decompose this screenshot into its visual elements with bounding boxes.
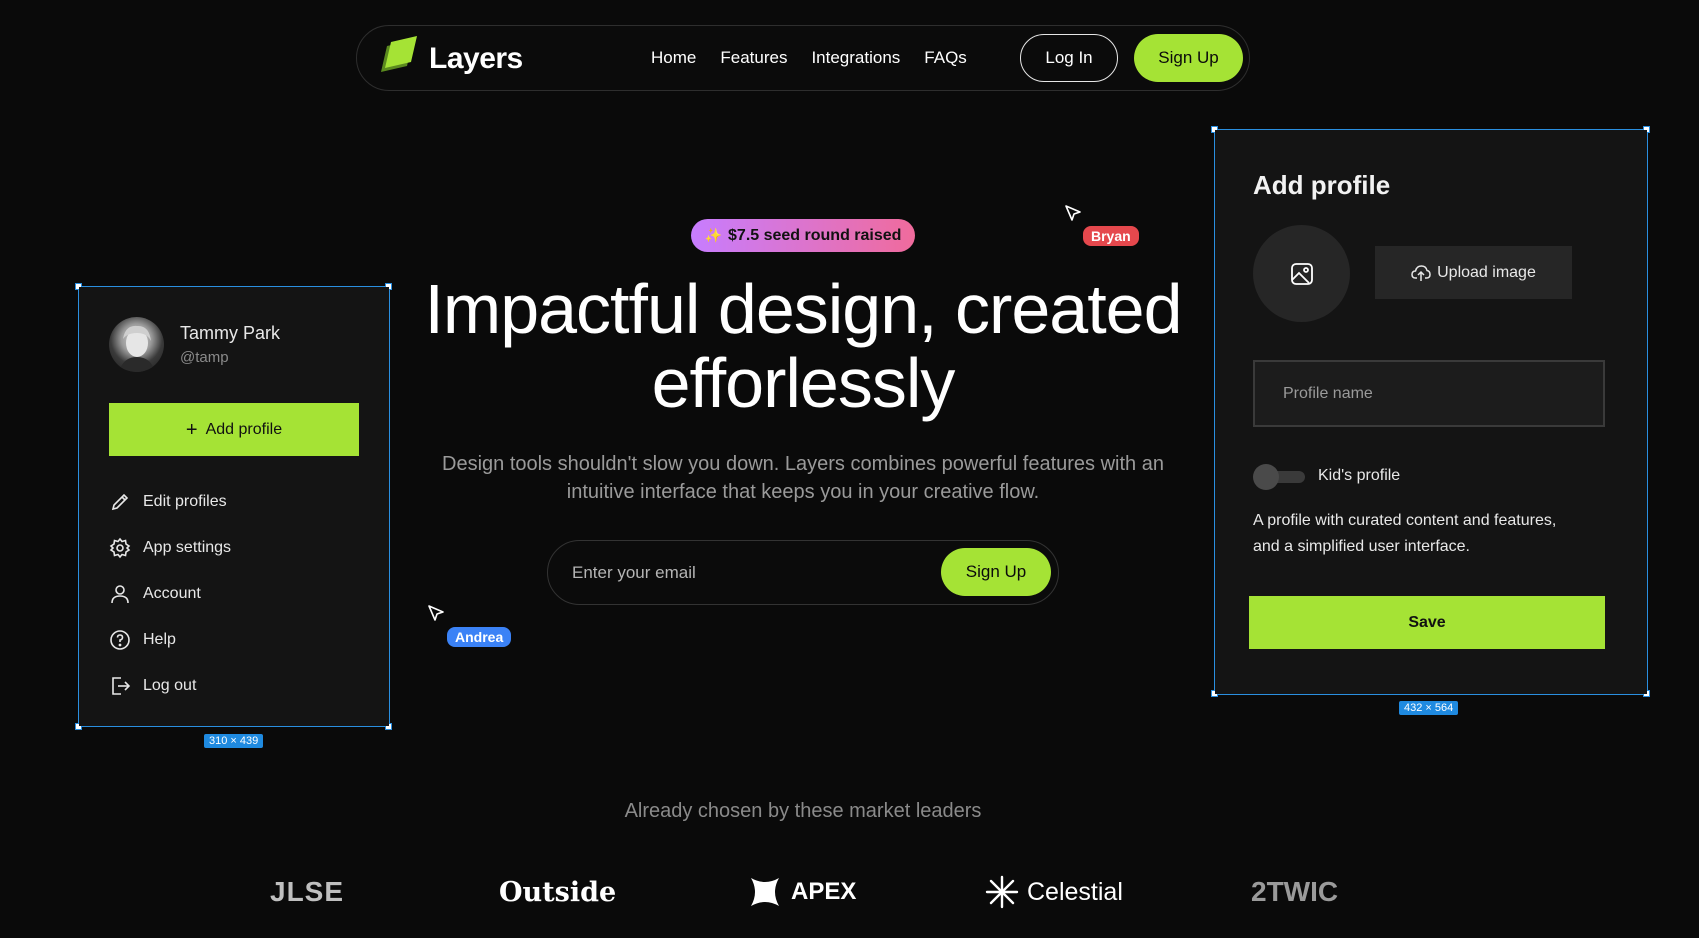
- profile-name-input[interactable]: [1253, 360, 1605, 427]
- logo-apex: APEX: [747, 864, 856, 920]
- cursor-label-andrea: Andrea: [447, 627, 512, 647]
- profile-menu-card: Tammy Park @tamp + Add profile Edit prof…: [79, 287, 389, 726]
- menu-item-help[interactable]: Help: [109, 617, 359, 663]
- user-icon: [111, 585, 129, 604]
- logo-outside-text: Outside: [499, 876, 617, 908]
- upload-image-button[interactable]: Upload image: [1375, 246, 1572, 299]
- logo-pulse-text: JLSE: [270, 876, 345, 907]
- save-button[interactable]: Save: [1249, 596, 1605, 649]
- hero-title: Impactful design, created efforlessly: [380, 272, 1226, 420]
- user-name: Tammy Park: [180, 323, 281, 343]
- add-profile-label: Add profile: [205, 420, 283, 438]
- logo-apex-text: APEX: [791, 878, 857, 905]
- kids-profile-description: A profile with curated content and featu…: [1253, 512, 1557, 555]
- logo-celestial-text: Celestial: [1027, 877, 1123, 906]
- menu-item-app-settings[interactable]: App settings: [109, 525, 359, 571]
- sparkle-icon: ✨: [704, 227, 723, 243]
- email-input[interactable]: [572, 553, 892, 593]
- help-icon: [110, 630, 130, 650]
- market-leaders-heading: Already chosen by these market leaders: [624, 800, 982, 822]
- nav-signup-button[interactable]: Sign Up: [1134, 34, 1243, 82]
- logo-celestial: Celestial: [985, 864, 1123, 920]
- cursor-bryan: [1064, 204, 1084, 229]
- nav-link-features[interactable]: Features: [720, 48, 787, 68]
- star-burst-icon: [985, 875, 1019, 909]
- cursor-label-bryan: Bryan: [1083, 226, 1139, 246]
- menu-item-log-out[interactable]: Log out: [109, 663, 359, 709]
- cloud-upload-icon: [1411, 264, 1431, 281]
- user-handle: @tamp: [180, 349, 229, 366]
- dimension-tag: 310 × 439: [204, 734, 264, 748]
- top-navbar: Layers Home Features Integrations FAQs L…: [356, 25, 1250, 91]
- logo-2twic-text: 2TWIC: [1251, 876, 1339, 907]
- seed-round-badge: ✨ $7.5 seed round raised: [691, 219, 915, 252]
- add-profile-card: Add profile Upload image Kid's profile A…: [1215, 130, 1647, 694]
- apex-mark-icon: [751, 878, 779, 906]
- gear-icon: [109, 537, 131, 559]
- nav-link-faqs[interactable]: FAQs: [924, 48, 967, 68]
- nav-links: Home Features Integrations FAQs: [651, 26, 967, 90]
- logo-pulse: JLSE: [270, 864, 344, 920]
- logout-icon: [112, 677, 131, 695]
- menu-item-label: Help: [143, 631, 176, 648]
- image-icon: [1290, 262, 1313, 285]
- nav-link-integrations[interactable]: Integrations: [811, 48, 900, 68]
- plus-icon: +: [185, 418, 198, 441]
- logo-2twic: 2TWIC: [1251, 864, 1338, 920]
- dimension-tag: 432 × 564: [1399, 701, 1459, 715]
- badge-text: $7.5 seed round raised: [728, 226, 902, 244]
- menu-item-label: Log out: [143, 677, 197, 694]
- hero-title-line1: Impactful design, created: [424, 270, 1182, 348]
- pointer-arrow-icon: [428, 605, 444, 621]
- hero-signup-button[interactable]: Sign Up: [941, 548, 1051, 596]
- menu-item-edit-profiles[interactable]: Edit profiles: [109, 479, 359, 525]
- logo-outside: Outside: [499, 864, 616, 920]
- add-profile-button[interactable]: + Add profile: [109, 403, 359, 456]
- kids-profile-toggle[interactable]: [1253, 464, 1305, 490]
- login-button[interactable]: Log In: [1020, 34, 1118, 82]
- partner-logos-row: JLSE Outside APEX Celestial 2TWIC: [240, 864, 1370, 920]
- cursor-andrea: [427, 604, 447, 629]
- email-signup-form: Sign Up: [547, 540, 1059, 605]
- layers-logo-icon: [381, 36, 417, 72]
- pencil-icon: [111, 493, 129, 511]
- brand-logo[interactable]: Layers: [373, 36, 523, 82]
- menu-item-label: App settings: [143, 539, 232, 556]
- hero-title-line2: efforlessly: [651, 344, 956, 422]
- menu-item-label: Account: [143, 585, 201, 602]
- pointer-arrow-icon: [1065, 205, 1081, 221]
- profile-menu-list: Edit profiles App settings Account Help …: [109, 479, 359, 709]
- add-profile-title: Add profile: [1253, 170, 1391, 200]
- profile-image-placeholder[interactable]: [1253, 225, 1350, 322]
- avatar-photo: [119, 325, 155, 372]
- avatar[interactable]: [109, 317, 164, 372]
- brand-name: Layers: [429, 42, 523, 75]
- menu-item-label: Edit profiles: [143, 493, 227, 510]
- menu-item-account[interactable]: Account: [109, 571, 359, 617]
- toggle-knob: [1253, 464, 1279, 490]
- nav-link-home[interactable]: Home: [651, 48, 696, 68]
- kids-profile-label: Kid's profile: [1318, 467, 1401, 484]
- upload-image-label: Upload image: [1437, 263, 1536, 281]
- hero-subtitle: Design tools shouldn't slow you down. La…: [442, 453, 1164, 503]
